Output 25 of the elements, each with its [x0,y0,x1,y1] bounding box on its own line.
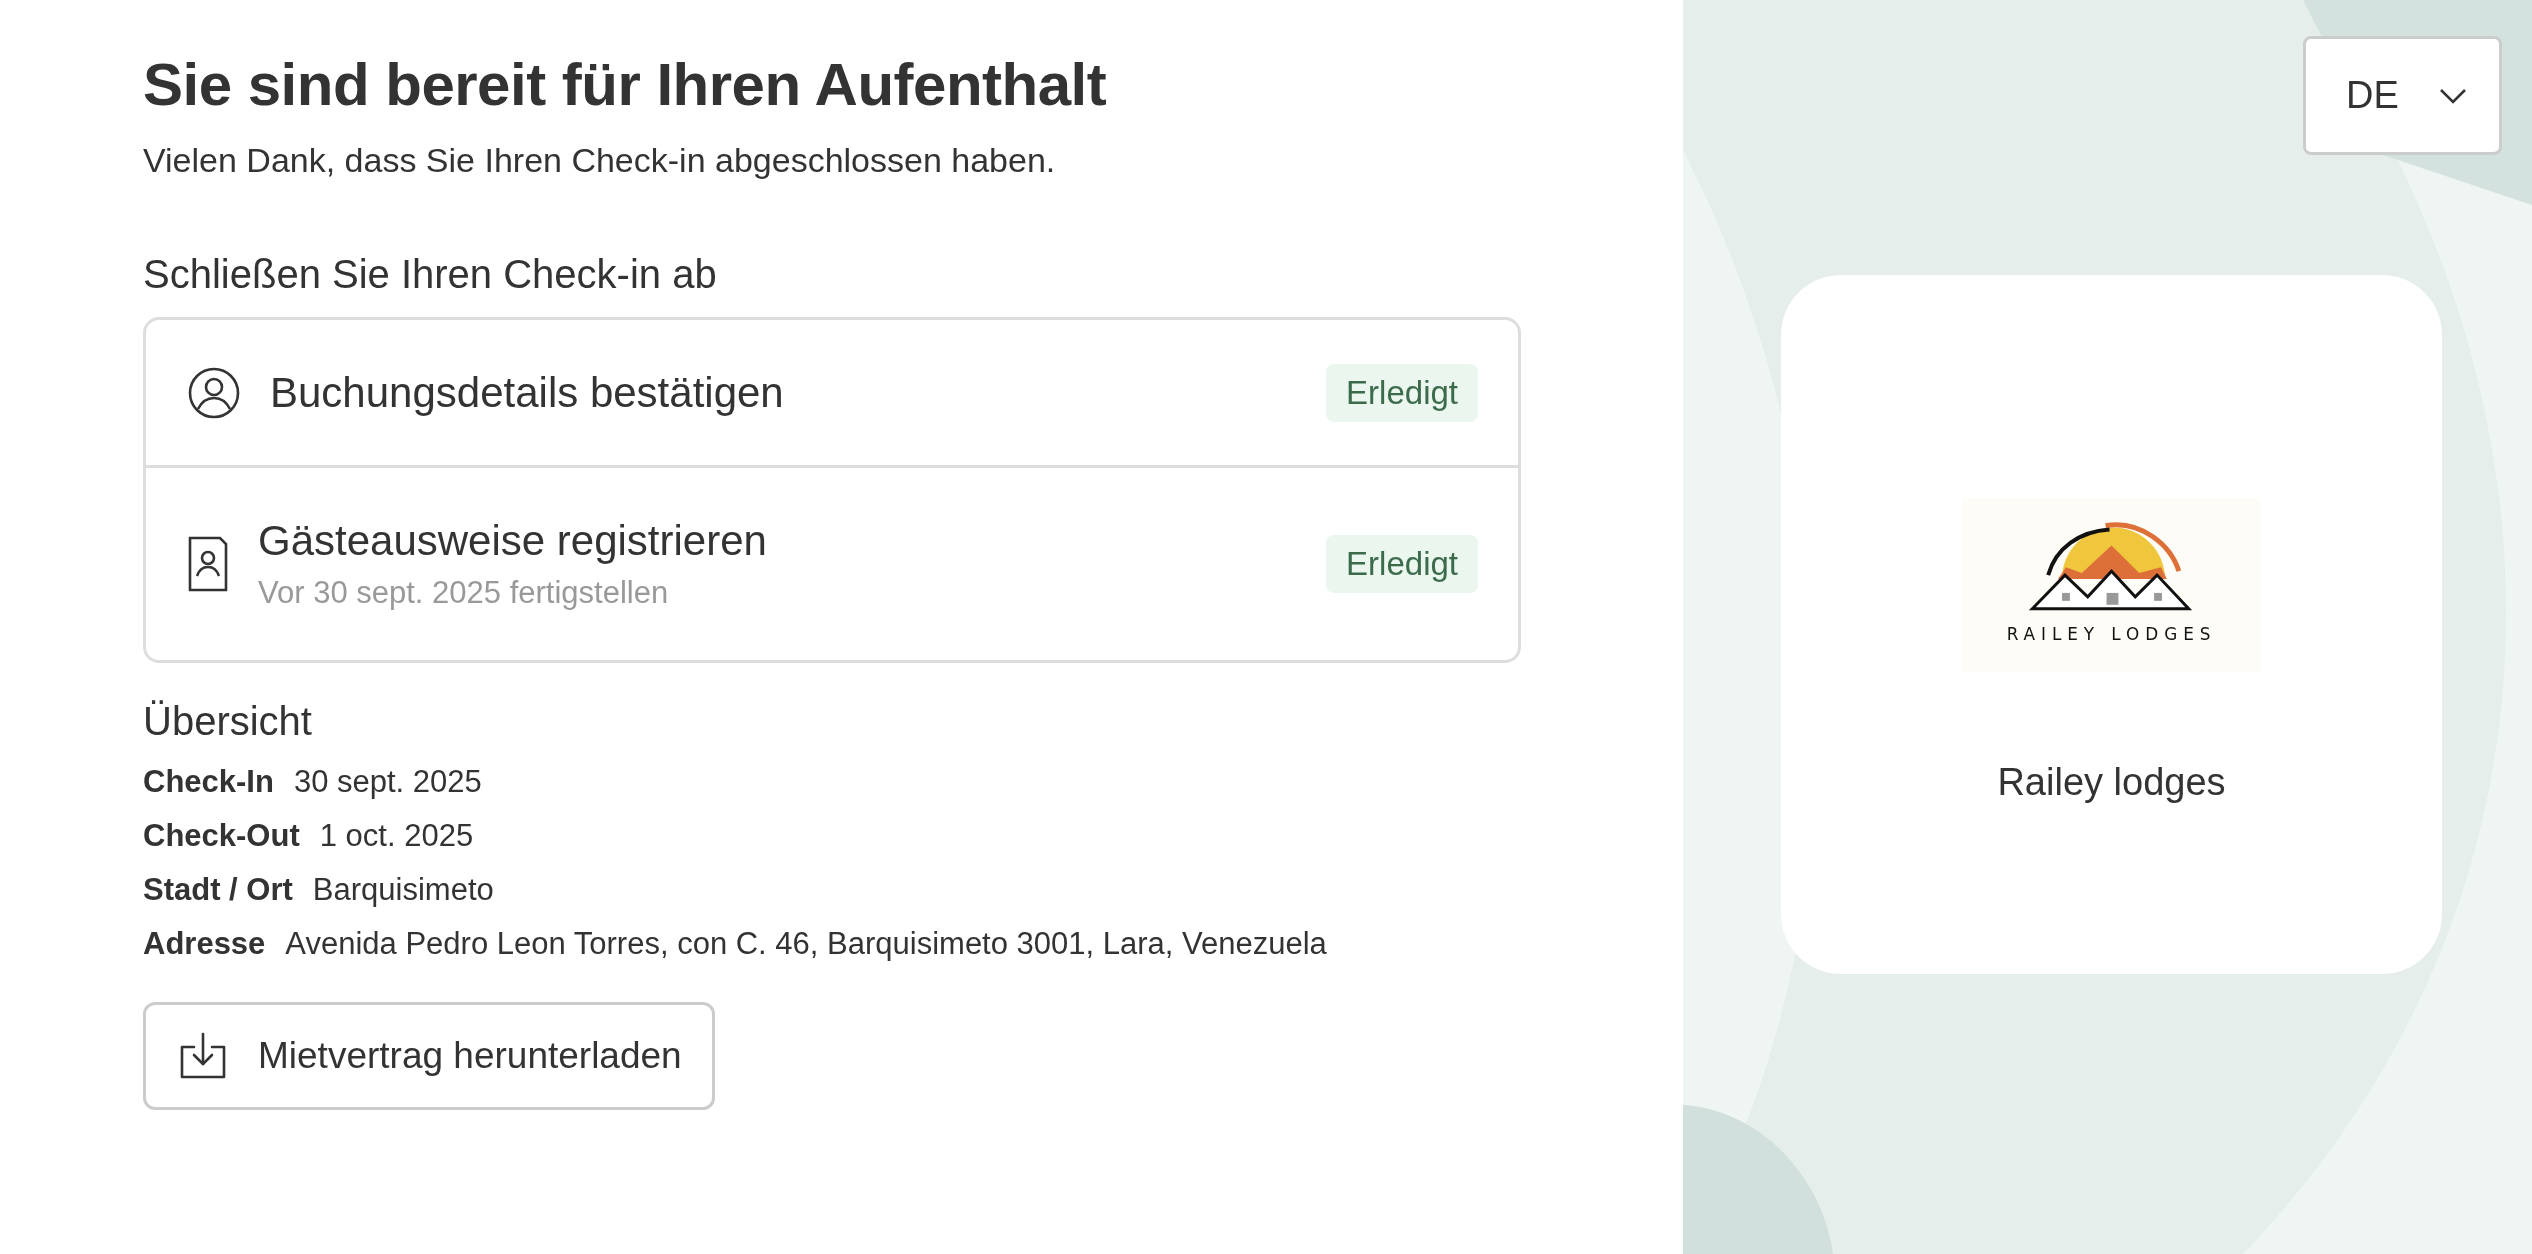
download-button[interactable]: Mietvertrag herunterladen [143,1002,715,1110]
step-deadline: Vor 30 sept. 2025 fertigstellen [258,575,669,611]
field-value: 30 sept. 2025 [293,764,482,800]
property-name: Railey lodges [1997,761,2226,804]
page-title: Sie sind bereit für Ihren Aufenthalt [143,50,1108,119]
subtitle: Vielen Dank, dass Sie Ihren Check-in abgeschlossen haben. [143,141,1057,180]
field-value: Barquisimeto [312,872,494,908]
language-dropdown[interactable]: DE [2303,36,2502,155]
download-icon [178,1031,228,1081]
id-card-icon [188,536,228,592]
chevron-down-icon [2439,87,2467,104]
step-title: Buchungsdetails bestätigen [270,368,784,417]
field-label: Check-Out [143,818,300,854]
status-badge: Erledigt [1326,535,1478,593]
step-title: Gästeausweise registrieren [258,517,767,565]
section-heading: Übersicht [143,699,313,744]
section-heading: Schließen Sie Ihren Check-in ab [143,252,718,297]
logo: RAILEY LODGES [1963,497,2260,673]
field-label: Check-In [143,764,274,800]
field-label: Adresse [143,926,266,962]
status-badge: Erledigt [1326,363,1478,422]
field-value: 1 oct. 2025 [319,818,474,854]
field-label: Stadt / Ort [143,872,293,908]
field-value: Avenida Pedro Leon Torres, con C. 46, Barquisimeto 3001, Lara, Venezuela [285,926,1327,962]
user-circle-icon [188,366,240,419]
